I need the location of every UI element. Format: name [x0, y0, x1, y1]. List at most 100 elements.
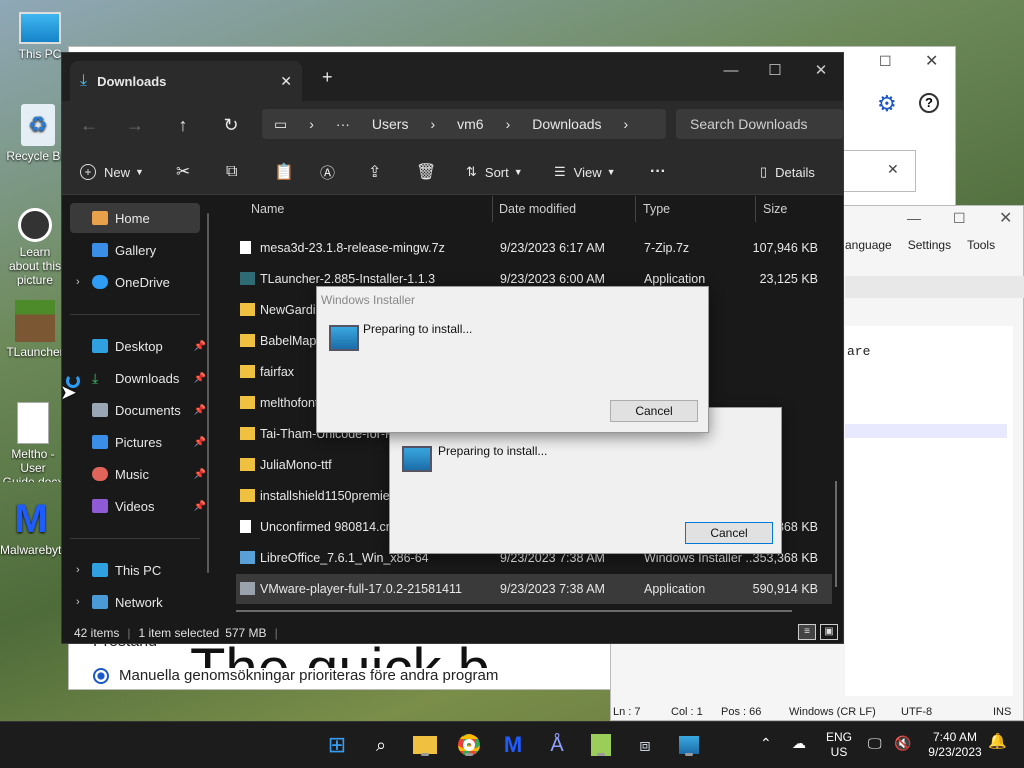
- navigation-pane: Home Gallery › OneDrive Desktop 📌 ⤓ Down…: [62, 196, 212, 616]
- installer-dialog-front[interactable]: Windows Installer Preparing to install..…: [316, 286, 709, 433]
- desktop-icon-label: Malwarebytes: [0, 543, 62, 557]
- font-tool-taskbar-icon[interactable]: Å: [544, 732, 570, 758]
- delete-icon[interactable]: 🗑: [416, 157, 436, 187]
- tab-downloads[interactable]: ⤓ Downloads ✕: [70, 61, 302, 101]
- menu-tools[interactable]: Tools: [967, 238, 995, 252]
- tiles-view-icon[interactable]: ▣: [820, 624, 838, 640]
- sidebar-item-downloads[interactable]: ⤓ Downloads 📌: [70, 363, 206, 393]
- desktop-icon-tlauncher[interactable]: TLauncher: [4, 300, 66, 370]
- tab-close-icon[interactable]: ✕: [280, 73, 292, 90]
- copy-icon[interactable]: ⧉: [226, 157, 237, 187]
- window-minimize-button[interactable]: —: [708, 55, 754, 85]
- notepad-plus-plus-icon[interactable]: [588, 732, 614, 758]
- sidebar-item-this-pc[interactable]: › This PC: [70, 555, 200, 585]
- rename-icon[interactable]: Ⓐ: [320, 157, 335, 187]
- help-icon[interactable]: ?: [919, 93, 939, 113]
- window-maximize-button[interactable]: ☐: [879, 53, 892, 70]
- notification-bell-icon[interactable]: 🔔: [988, 734, 1007, 749]
- file-row-selected[interactable]: VMware-player-full-17.0.2-21581411 9/23/…: [236, 574, 832, 604]
- sidebar-item-network[interactable]: › Network: [70, 587, 200, 617]
- file-row[interactable]: mesa3d-23.1.8-release-mingw.7z 9/23/2023…: [236, 233, 832, 263]
- desktop-icon-meltho-guide[interactable]: Meltho - User Guide.docx: [2, 402, 64, 482]
- more-options-button[interactable]: ···: [650, 157, 666, 187]
- chevron-right-icon[interactable]: ›: [76, 276, 80, 288]
- pin-icon[interactable]: 📌: [194, 469, 206, 480]
- breadcrumb-vm6[interactable]: vm6: [457, 116, 483, 132]
- radio-option[interactable]: Manuella genomsökningar prioriteras före…: [93, 667, 498, 684]
- radio-selected-icon: [93, 667, 109, 684]
- sidebar-item-music[interactable]: Music 📌: [70, 459, 206, 489]
- file-explorer-taskbar-icon[interactable]: [412, 732, 438, 758]
- gear-icon[interactable]: ⚙: [877, 91, 897, 117]
- view-button[interactable]: ☰ View ▼: [554, 157, 616, 187]
- column-header-date[interactable]: Date modified: [499, 196, 576, 222]
- sidebar-item-gallery[interactable]: Gallery: [70, 235, 200, 265]
- chevron-right-icon[interactable]: ›: [76, 564, 80, 576]
- window-close-button[interactable]: ✕: [798, 55, 844, 85]
- details-button[interactable]: ▯ Details: [760, 157, 815, 187]
- editor-text-area[interactable]: are: [845, 326, 1013, 696]
- breadcrumb-more[interactable]: ···: [336, 116, 350, 132]
- vmware-taskbar-icon[interactable]: ⧈: [632, 732, 658, 758]
- network-tray-icon[interactable]: 🖵: [868, 736, 882, 751]
- pin-icon[interactable]: 📌: [194, 501, 206, 512]
- window-close-button[interactable]: ✕: [887, 161, 899, 178]
- sidebar-item-desktop[interactable]: Desktop 📌: [70, 331, 206, 361]
- column-divider[interactable]: [755, 196, 756, 222]
- address-bar[interactable]: ▭ › ··· Users › vm6 › Downloads ›: [262, 109, 666, 139]
- file-name: TLauncher-2.885-Installer-1.1.3: [260, 272, 436, 286]
- language-indicator[interactable]: ENG US: [826, 730, 852, 760]
- details-view-icon[interactable]: ≡: [798, 624, 816, 640]
- sidebar-item-documents[interactable]: Documents 📌: [70, 395, 206, 425]
- share-icon[interactable]: ⇪: [368, 157, 381, 187]
- sidebar-scrollbar[interactable]: [207, 213, 209, 573]
- menu-settings[interactable]: Settings: [908, 238, 951, 252]
- sidebar-item-videos[interactable]: Videos 📌: [70, 491, 206, 521]
- chrome-icon[interactable]: [456, 732, 482, 758]
- window-close-button[interactable]: ✕: [999, 208, 1012, 228]
- new-button[interactable]: + New ▼: [80, 157, 144, 187]
- window-maximize-button[interactable]: ☐: [752, 55, 798, 85]
- sidebar-item-onedrive[interactable]: › OneDrive: [70, 267, 200, 297]
- desktop-icon-malwarebytes[interactable]: M Malwarebytes: [0, 498, 62, 590]
- column-divider[interactable]: [635, 196, 636, 222]
- installer-message: Preparing to install...: [438, 444, 548, 458]
- column-divider[interactable]: [492, 196, 493, 222]
- malwarebytes-taskbar-icon[interactable]: M: [500, 732, 526, 758]
- installer-taskbar-icon[interactable]: [676, 732, 702, 758]
- breadcrumb-downloads[interactable]: Downloads: [532, 116, 601, 132]
- cancel-button[interactable]: Cancel: [685, 522, 773, 544]
- pin-icon[interactable]: 📌: [194, 373, 206, 384]
- sort-button[interactable]: ⇅ Sort ▼: [466, 157, 523, 187]
- pin-icon[interactable]: 📌: [194, 341, 206, 352]
- pin-icon[interactable]: 📌: [194, 437, 206, 448]
- window-minimize-button[interactable]: —: [907, 210, 921, 226]
- chevron-right-icon[interactable]: ›: [76, 596, 80, 608]
- cancel-button[interactable]: Cancel: [610, 400, 698, 422]
- menu-language[interactable]: anguage: [845, 238, 892, 252]
- new-tab-button[interactable]: +: [322, 67, 333, 88]
- gallery-icon: [92, 243, 108, 257]
- breadcrumb-users[interactable]: Users: [372, 116, 409, 132]
- show-hidden-icons-button[interactable]: ⌃: [760, 736, 772, 751]
- sidebar-item-pictures[interactable]: Pictures 📌: [70, 427, 206, 457]
- search-icon[interactable]: ⌕: [368, 732, 394, 758]
- cut-icon[interactable]: ✂: [176, 157, 190, 187]
- sidebar-item-home[interactable]: Home: [70, 203, 200, 233]
- vertical-scrollbar[interactable]: [835, 481, 837, 587]
- column-header-size[interactable]: Size: [763, 196, 787, 222]
- pin-icon[interactable]: 📌: [194, 405, 206, 416]
- search-input[interactable]: Search Downloads: [676, 109, 844, 139]
- column-header-name[interactable]: Name: [251, 196, 284, 222]
- window-close-button[interactable]: ✕: [925, 51, 938, 71]
- paste-icon[interactable]: 📋: [274, 157, 294, 187]
- horizontal-scrollbar[interactable]: [236, 610, 792, 612]
- start-button[interactable]: ⊞: [324, 732, 350, 758]
- window-maximize-button[interactable]: ☐: [953, 210, 966, 227]
- onedrive-tray-icon[interactable]: ☁: [792, 736, 806, 751]
- clock[interactable]: 7:40 AM 9/23/2023: [922, 730, 988, 760]
- volume-muted-icon[interactable]: 🔇: [894, 736, 911, 751]
- desktop-icon-learn-about-picture[interactable]: Learn about this picture: [4, 208, 66, 286]
- status-col: Col : 1: [671, 706, 703, 718]
- column-header-type[interactable]: Type: [643, 196, 670, 222]
